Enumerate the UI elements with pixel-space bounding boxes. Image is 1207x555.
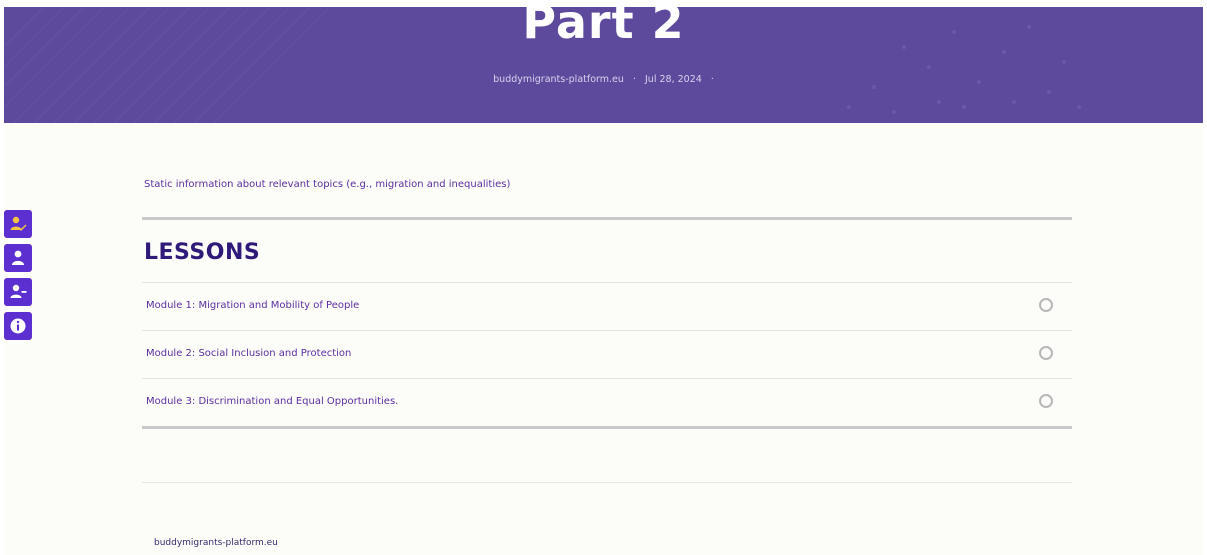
user-icon: [12, 250, 24, 265]
divider: [142, 217, 1072, 220]
lesson-row-module-1[interactable]: Module 1: Migration and Mobility of Peop…: [142, 282, 1072, 330]
info-icon: [10, 318, 26, 334]
page: Part 2 buddymigrants-platform.eu · Jul 2…: [4, 7, 1203, 555]
accessibility-toolbar: [4, 210, 32, 346]
site-name[interactable]: buddymigrants-platform.eu: [493, 74, 624, 85]
lesson-row-module-3[interactable]: Module 3: Discrimination and Equal Oppor…: [142, 378, 1072, 426]
lesson-row-module-2[interactable]: Module 2: Social Inclusion and Protectio…: [142, 330, 1072, 378]
user-minus-button[interactable]: [4, 278, 32, 306]
divider: [142, 426, 1072, 429]
page-title: Part 2: [522, 7, 685, 49]
lesson-status-circle-icon: [1039, 298, 1053, 312]
footer-divider: [142, 482, 1072, 483]
lesson-status-circle-icon: [1039, 394, 1053, 408]
post-meta: buddymigrants-platform.eu · Jul 28, 2024…: [4, 74, 1203, 86]
intro-text: Static information about relevant topics…: [144, 179, 511, 190]
user-edit-icon: [10, 216, 27, 231]
hero-banner: Part 2 buddymigrants-platform.eu · Jul 2…: [4, 7, 1203, 123]
user-button[interactable]: [4, 244, 32, 272]
user-minus-icon: [10, 284, 27, 298]
lesson-label[interactable]: Module 3: Discrimination and Equal Oppor…: [146, 396, 398, 407]
lessons-heading: LESSONS: [144, 240, 261, 265]
footer-site-name[interactable]: buddymigrants-platform.eu: [154, 538, 278, 548]
lesson-label[interactable]: Module 2: Social Inclusion and Protectio…: [146, 348, 351, 359]
meta-separator-trailing: ·: [710, 74, 714, 85]
lesson-status-circle-icon: [1039, 346, 1053, 360]
post-date: Jul 28, 2024: [645, 74, 702, 85]
info-button[interactable]: [4, 312, 32, 340]
lesson-label[interactable]: Module 1: Migration and Mobility of Peop…: [146, 300, 359, 311]
user-edit-button[interactable]: [4, 210, 32, 238]
meta-separator: ·: [632, 74, 636, 85]
